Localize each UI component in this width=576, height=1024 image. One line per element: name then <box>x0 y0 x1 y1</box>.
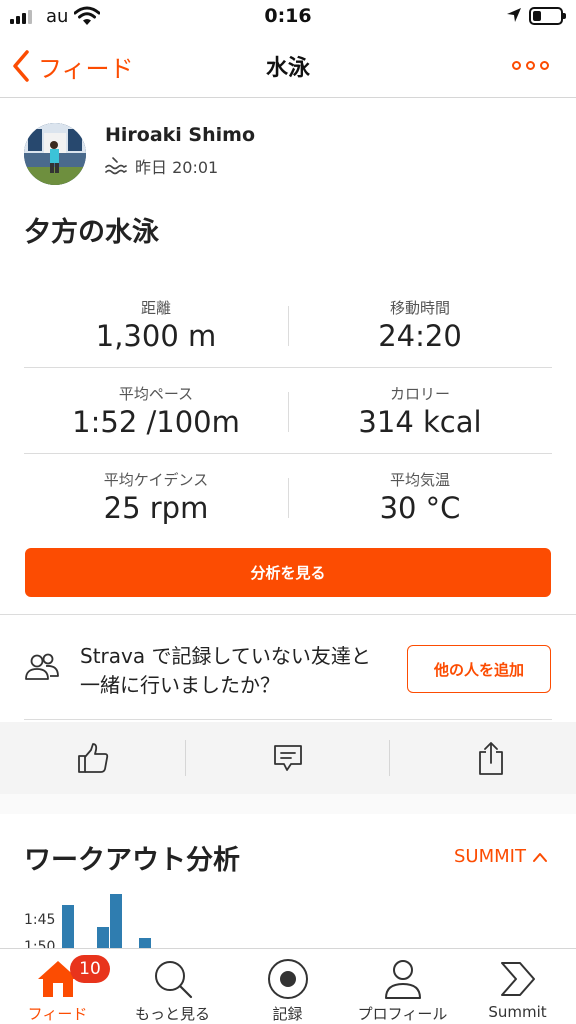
record-icon <box>266 957 310 1001</box>
action-divider <box>185 740 186 776</box>
people-icon <box>25 653 59 680</box>
action-divider <box>389 740 390 776</box>
summit-icon <box>496 957 540 1001</box>
battery-level <box>533 11 541 21</box>
status-bar: au 0:16 <box>0 0 576 34</box>
stat-label: 平均ケイデンス <box>103 471 209 489</box>
view-analysis-button[interactable]: 分析を見る <box>25 548 551 597</box>
workout-analysis-title: ワークアウト分析 <box>24 845 240 876</box>
stats-grid: 距離 1,300 m 移動時間 24:20 平均ペース 1:52 /100m カ… <box>24 282 552 540</box>
location-arrow-icon <box>507 8 521 22</box>
add-friends-prompt: Strava で記録していない友達と一緒に行いましたか？ <box>80 644 371 697</box>
chart-bar <box>97 927 109 948</box>
chart-bar <box>139 938 151 948</box>
avatar-photo <box>24 123 86 185</box>
stat-avg-cadence: 平均ケイデンス 25 rpm <box>24 454 288 540</box>
navigation-bar: フィード 水泳 <box>0 34 576 98</box>
stat-label: カロリー <box>389 385 450 403</box>
stat-value: 314 kcal <box>358 405 482 439</box>
tab-profile[interactable]: プロフィール <box>345 949 460 1024</box>
athlete-name[interactable]: Hiroaki Shimo <box>105 124 255 146</box>
share-icon <box>479 742 503 775</box>
tab-label: 記録 <box>272 1005 303 1023</box>
stat-divider <box>288 392 289 432</box>
page-title: 水泳 <box>265 56 310 81</box>
tab-label: もっと見る <box>134 1005 210 1023</box>
swim-icon <box>105 157 127 175</box>
tab-record[interactable]: 記録 <box>230 949 345 1024</box>
stat-value: 1,300 m <box>95 319 217 353</box>
stat-value: 24:20 <box>378 319 462 353</box>
tab-label: Summit <box>488 1003 547 1021</box>
stat-divider <box>288 306 289 346</box>
clock: 0:16 <box>264 5 312 27</box>
stat-distance: 距離 1,300 m <box>24 282 288 367</box>
stat-avg-pace: 平均ペース 1:52 /100m <box>24 368 288 453</box>
summit-link-label: SUMMIT <box>454 846 526 867</box>
activity-meta: 昨日 20:01 <box>105 155 218 177</box>
add-others-button[interactable]: 他の人を追加 <box>407 645 551 693</box>
stat-row: 距離 1,300 m 移動時間 24:20 <box>24 282 552 368</box>
notification-badge: 10 <box>70 955 110 983</box>
search-icon <box>151 957 195 1001</box>
tab-summit[interactable]: Summit <box>460 949 575 1024</box>
comment-icon <box>274 745 302 771</box>
section-gap <box>0 794 576 814</box>
tab-label: プロフィール <box>357 1005 448 1023</box>
stat-row: 平均ペース 1:52 /100m カロリー 314 kcal <box>24 368 552 454</box>
divider <box>24 719 552 720</box>
workout-chart: 1:45 1:50 <box>0 886 576 948</box>
stat-divider <box>288 478 289 518</box>
summit-toggle-link[interactable]: SUMMIT <box>454 846 548 867</box>
divider <box>0 614 576 615</box>
stat-row: 平均ケイデンス 25 rpm 平均気温 30 °C <box>24 454 552 540</box>
stat-value: 30 °C <box>379 491 461 525</box>
battery-icon <box>529 7 566 25</box>
stat-moving-time: 移動時間 24:20 <box>288 282 552 367</box>
tab-label: フィード <box>27 1005 88 1023</box>
stat-label: 移動時間 <box>389 299 450 317</box>
stat-label: 距離 <box>140 299 171 317</box>
chart-bar <box>62 905 74 948</box>
stat-value: 1:52 /100m <box>72 405 240 439</box>
tab-bar: 10 フィード もっと見る 記録 プロフィール Summit <box>0 948 576 1024</box>
stat-avg-temperature: 平均気温 30 °C <box>288 454 552 540</box>
action-bar <box>0 722 576 794</box>
profile-icon <box>381 957 425 1001</box>
stat-label: 平均ペース <box>118 385 194 403</box>
avatar[interactable] <box>24 123 86 185</box>
more-options-button[interactable] <box>512 58 552 74</box>
stat-label: 平均気温 <box>389 471 450 489</box>
chart-tick-label: 1:50 <box>24 939 56 948</box>
activity-title: 夕方の水泳 <box>24 217 159 248</box>
stat-calories: カロリー 314 kcal <box>288 368 552 453</box>
thumbs-up-icon <box>78 743 109 773</box>
activity-timestamp: 昨日 20:01 <box>135 158 219 177</box>
chart-tick-label: 1:45 <box>24 912 56 928</box>
chevron-up-icon <box>532 852 547 862</box>
share-button[interactable] <box>398 722 576 794</box>
kudos-button[interactable] <box>0 722 186 794</box>
tab-explore[interactable]: もっと見る <box>115 949 230 1024</box>
chart-bar <box>110 894 122 948</box>
comment-button[interactable] <box>195 722 381 794</box>
tab-feed[interactable]: 10 フィード <box>0 949 115 1024</box>
stat-value: 25 rpm <box>103 491 209 525</box>
